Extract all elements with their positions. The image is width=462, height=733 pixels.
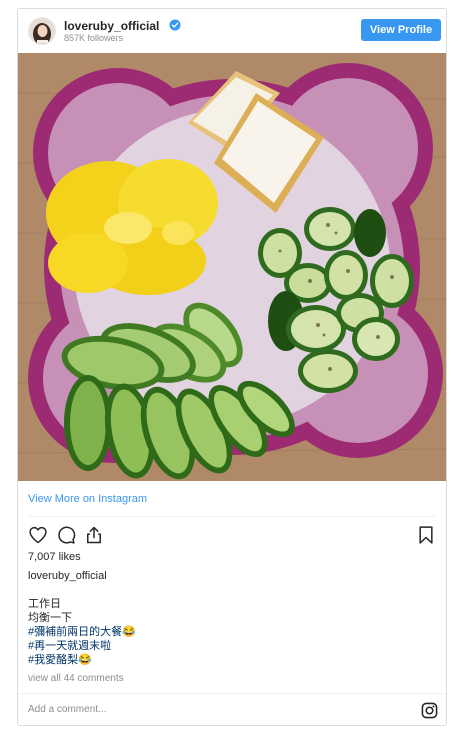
follower-count: 857K followers	[64, 33, 124, 43]
hashtag-link[interactable]: #我愛酪梨😂	[28, 653, 136, 667]
avatar[interactable]	[28, 17, 56, 45]
caption-line: 均衡一下	[28, 612, 72, 624]
share-icon[interactable]	[84, 525, 104, 545]
instagram-logo-icon[interactable]	[421, 702, 438, 719]
username-link[interactable]: loveruby_official	[64, 19, 159, 33]
hashtag-link[interactable]: #彌補前兩日的大餐😂	[28, 625, 136, 639]
hashtag-link[interactable]: #再一天就週末啦	[28, 639, 136, 653]
post-photo[interactable]	[18, 53, 446, 481]
post-header: loveruby_official 857K followers View Pr…	[18, 9, 446, 53]
scrambled-eggs	[46, 159, 218, 295]
comment-bubble-icon[interactable]	[56, 525, 76, 545]
instagram-embed-card: loveruby_official 857K followers View Pr…	[17, 8, 447, 726]
caption-username[interactable]: loveruby_official	[28, 570, 107, 582]
caption-line: 工作日	[28, 598, 61, 610]
view-profile-button[interactable]: View Profile	[361, 19, 441, 41]
view-more-on-instagram-link[interactable]: View More on Instagram	[28, 493, 147, 505]
view-all-comments-link[interactable]: view all 44 comments	[28, 673, 124, 684]
action-bar	[28, 525, 436, 545]
like-count[interactable]: 7,007 likes	[28, 551, 81, 563]
divider	[28, 516, 436, 517]
heart-icon[interactable]	[28, 525, 48, 545]
verified-badge-icon	[169, 19, 181, 31]
add-comment-input[interactable]: Add a comment...	[28, 704, 106, 715]
bookmark-icon[interactable]	[416, 525, 436, 545]
comment-box: Add a comment...	[18, 693, 446, 727]
post-caption: 工作日 均衡一下 #彌補前兩日的大餐😂 #再一天就週末啦 #我愛酪梨😂	[28, 597, 136, 667]
